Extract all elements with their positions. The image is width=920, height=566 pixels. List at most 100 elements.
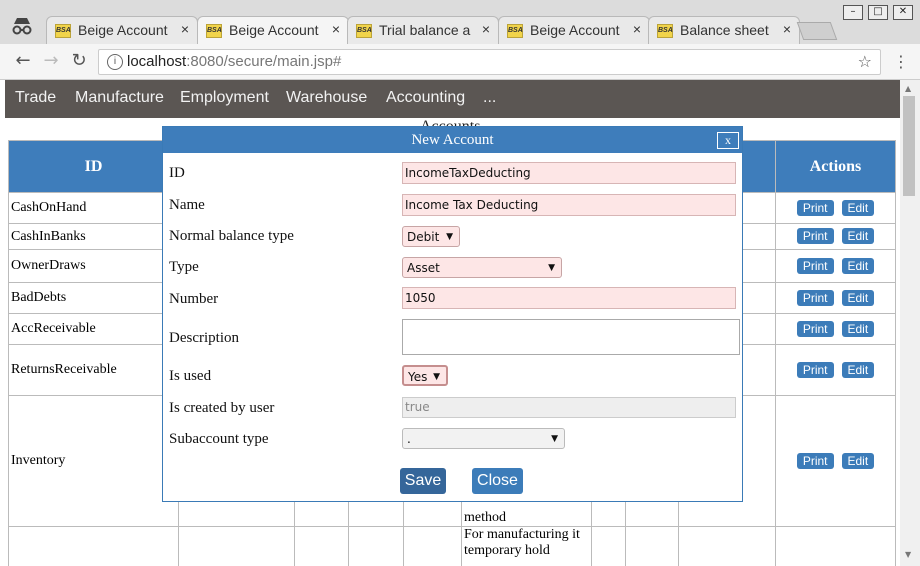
desc-line: temporary hold xyxy=(464,543,550,558)
dialog-title: New Account xyxy=(163,127,742,153)
menu-employment[interactable]: Employment xyxy=(180,89,269,107)
number-label: Number xyxy=(169,291,219,307)
menu-trade[interactable]: Trade xyxy=(15,89,56,107)
url-path: :8080/secure/main.jsp# xyxy=(186,53,342,70)
info-icon[interactable]: i xyxy=(107,54,123,70)
new-account-dialog: New Account x ID IncomeTaxDeducting Name… xyxy=(162,126,743,502)
cell-id: AccReceivable xyxy=(8,313,179,345)
tab-close-icon[interactable]: × xyxy=(783,21,791,37)
url-text: localhost:8080/secure/main.jsp# xyxy=(127,53,341,70)
type-select[interactable]: Asset ▼ xyxy=(402,257,562,278)
cell-id: Inventory xyxy=(8,395,179,527)
scroll-down-icon[interactable]: ▼ xyxy=(905,550,911,559)
cell-id: CashOnHand xyxy=(8,192,179,224)
print-button[interactable]: Print xyxy=(796,361,834,378)
print-button[interactable]: Print xyxy=(796,452,834,469)
type-label: Type xyxy=(169,259,199,275)
normal-balance-select[interactable]: Debit ▼ xyxy=(402,226,460,247)
subaccount-select[interactable]: . ▼ xyxy=(402,428,565,449)
id-label: ID xyxy=(169,165,185,181)
browser-tab-4[interactable]: BSA Beige Account × xyxy=(498,16,650,44)
name-field[interactable]: Income Tax Deducting xyxy=(402,194,736,216)
bsa-favicon-icon: BSA xyxy=(206,24,222,38)
reload-icon[interactable]: ↻ xyxy=(68,50,90,72)
edit-button[interactable]: Edit xyxy=(841,361,875,378)
id-field[interactable]: IncomeTaxDeducting xyxy=(402,162,736,184)
edit-button[interactable]: Edit xyxy=(841,257,875,274)
chevron-down-icon: ▼ xyxy=(551,434,558,444)
table-row: For manufacturing it temporary hold xyxy=(8,526,896,566)
name-label: Name xyxy=(169,197,205,213)
menu-manufacture[interactable]: Manufacture xyxy=(75,89,164,107)
select-value: Asset xyxy=(407,261,440,275)
chevron-down-icon: ▼ xyxy=(548,263,555,273)
page-scrollbar[interactable]: ▲ ▼ xyxy=(900,80,920,566)
browser-tab-1[interactable]: BSA Beige Account × xyxy=(46,16,198,44)
app-menu-bar: Trade Manufacture Employment Warehouse A… xyxy=(5,80,900,118)
browser-tab-5[interactable]: BSA Balance sheet × xyxy=(648,16,800,44)
description-textarea[interactable] xyxy=(402,319,740,355)
address-bar[interactable]: i localhost:8080/secure/main.jsp# ☆ xyxy=(98,49,881,75)
cell-id: OwnerDraws xyxy=(8,249,179,283)
back-arrow-icon[interactable]: ← xyxy=(12,50,34,72)
print-button[interactable]: Print xyxy=(796,289,834,306)
tab-close-icon[interactable]: × xyxy=(482,21,490,37)
forward-arrow-icon[interactable]: → xyxy=(40,50,62,72)
menu-accounting[interactable]: Accounting xyxy=(386,89,465,107)
select-value: Debit xyxy=(407,230,440,244)
select-value: . xyxy=(407,432,411,446)
tab-label: Beige Account xyxy=(229,22,319,38)
col-header-id[interactable]: ID xyxy=(8,140,179,193)
bsa-favicon-icon: BSA xyxy=(657,24,673,38)
edit-button[interactable]: Edit xyxy=(841,452,875,469)
bsa-favicon-icon: BSA xyxy=(507,24,523,38)
select-value: Yes xyxy=(408,370,428,384)
tab-label: Balance sheet xyxy=(680,22,769,38)
incognito-icon xyxy=(12,18,32,35)
url-host: localhost xyxy=(127,53,187,70)
chevron-down-icon: ▼ xyxy=(433,372,440,382)
tab-label: Trial balance a xyxy=(379,22,471,38)
dialog-close-x-button[interactable]: x xyxy=(717,132,739,149)
menu-warehouse[interactable]: Warehouse xyxy=(286,89,367,107)
cell-id: ReturnsReceivable xyxy=(8,344,179,396)
tab-close-icon[interactable]: × xyxy=(332,21,340,37)
tab-close-icon[interactable]: × xyxy=(181,21,189,37)
browser-menu-icon[interactable]: ⋮ xyxy=(893,52,909,71)
print-button[interactable]: Print xyxy=(796,320,834,337)
print-button[interactable]: Print xyxy=(796,199,834,216)
browser-tabbar: BSA Beige Account × BSA Beige Account × … xyxy=(0,0,920,44)
is-created-label: Is created by user xyxy=(169,400,275,416)
edit-button[interactable]: Edit xyxy=(841,199,875,216)
edit-button[interactable]: Edit xyxy=(841,320,875,337)
chevron-down-icon: ▼ xyxy=(446,232,453,242)
tab-label: Beige Account xyxy=(78,22,168,38)
edit-button[interactable]: Edit xyxy=(841,228,875,244)
print-button[interactable]: Print xyxy=(796,228,834,244)
close-button[interactable]: Close xyxy=(472,468,523,494)
minimize-icon[interactable]: – xyxy=(843,5,863,20)
number-field[interactable]: 1050 xyxy=(402,287,736,309)
new-tab-button[interactable] xyxy=(796,22,838,40)
is-created-field: true xyxy=(402,397,736,418)
edit-button[interactable]: Edit xyxy=(841,289,875,306)
cell-id: BadDebts xyxy=(8,282,179,314)
cell-id: CashInBanks xyxy=(8,223,179,250)
save-button[interactable]: Save xyxy=(400,468,446,494)
scroll-up-icon[interactable]: ▲ xyxy=(905,84,911,93)
tab-close-icon[interactable]: × xyxy=(633,21,641,37)
bsa-favicon-icon: BSA xyxy=(356,24,372,38)
subaccount-label: Subaccount type xyxy=(169,431,269,447)
cell-description: For manufacturing it temporary hold xyxy=(461,526,592,566)
maximize-icon[interactable]: □ xyxy=(868,5,888,20)
browser-tab-2-active[interactable]: BSA Beige Account × xyxy=(197,16,349,44)
scrollbar-thumb[interactable] xyxy=(903,96,915,196)
browser-tab-3[interactable]: BSA Trial balance a × xyxy=(347,16,499,44)
is-used-select[interactable]: Yes ▼ xyxy=(402,365,448,386)
description-label: Description xyxy=(169,330,239,346)
col-header-actions: Actions xyxy=(775,140,896,193)
bookmark-star-icon[interactable]: ☆ xyxy=(858,52,872,71)
menu-more[interactable]: ... xyxy=(483,89,496,107)
window-close-icon[interactable]: ✕ xyxy=(893,5,913,20)
print-button[interactable]: Print xyxy=(796,257,834,274)
